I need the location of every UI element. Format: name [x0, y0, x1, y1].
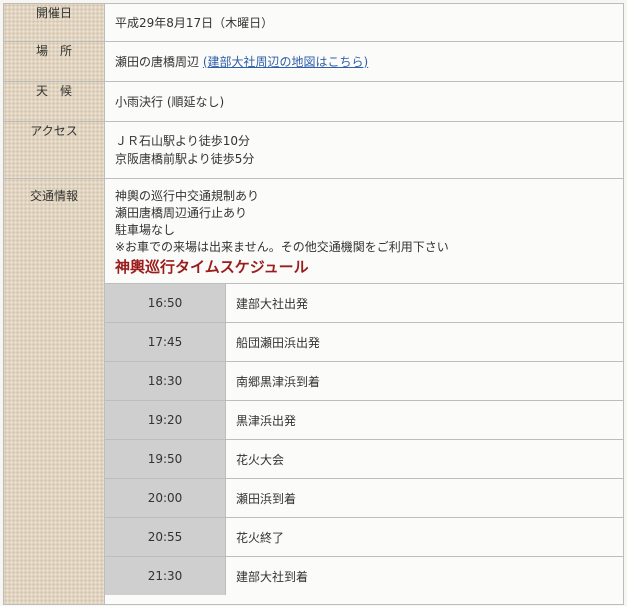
access-label: アクセス: [3, 121, 105, 179]
schedule-event: 南郷黒津浜到着: [225, 361, 623, 401]
schedule-row: 20:55 花火終了: [105, 517, 623, 557]
access-row: アクセス ＪＲ石山駅より徒歩10分 京阪唐橋前駅より徒歩5分: [3, 121, 624, 179]
access-line: 京阪唐橋前駅より徒歩5分: [115, 152, 255, 166]
schedule-row: 17:45 船団瀬田浜出発: [105, 322, 623, 362]
schedule-event: 花火終了: [225, 517, 623, 557]
schedule-time: 18:30: [105, 361, 226, 401]
place-value: 瀬田の唐橋周辺: [115, 54, 200, 69]
date-row: 開催日 平成29年8月17日（木曜日）: [3, 3, 624, 42]
access-line: ＪＲ石山駅より徒歩10分: [115, 134, 251, 148]
map-link[interactable]: (建部大社周辺の地図はこちら): [203, 55, 368, 69]
schedule-event: 船団瀬田浜出発: [225, 322, 623, 362]
schedule-time: 20:00: [105, 478, 226, 518]
traffic-line: 瀬田唐橋周辺通行止あり: [115, 206, 248, 220]
schedule-row: 18:30 南郷黒津浜到着: [105, 361, 623, 401]
schedule-table: 16:50 建部大社出発 17:45 船団瀬田浜出発 18:30 南郷黒津浜到着…: [105, 283, 623, 595]
date-label: 開催日: [3, 3, 105, 42]
schedule-time: 17:45: [105, 322, 226, 362]
traffic-label: 交通情報: [3, 178, 105, 605]
weather-label: 天 候: [3, 81, 105, 122]
access-value: ＪＲ石山駅より徒歩10分 京阪唐橋前駅より徒歩5分: [104, 121, 624, 179]
schedule-row: 19:20 黒津浜出発: [105, 400, 623, 440]
schedule-title: 神輿巡行タイムスケジュール: [115, 258, 309, 276]
place-row: 場 所 瀬田の唐橋周辺 (建部大社周辺の地図はこちら): [3, 41, 624, 82]
schedule-event: 建部大社到着: [225, 556, 623, 595]
traffic-row: 交通情報 神輿の巡行中交通規制あり 瀬田唐橋周辺通行止あり 駐車場なし ※お車で…: [3, 178, 624, 605]
date-value: 平成29年8月17日（木曜日）: [104, 3, 624, 42]
schedule-row: 16:50 建部大社出発: [105, 283, 623, 323]
traffic-value: 神輿の巡行中交通規制あり 瀬田唐橋周辺通行止あり 駐車場なし ※お車での来場は出…: [104, 178, 624, 605]
place-value-cell: 瀬田の唐橋周辺 (建部大社周辺の地図はこちら): [104, 41, 624, 82]
traffic-line: 神輿の巡行中交通規制あり: [115, 189, 260, 203]
traffic-line: ※お車での来場は出来ません。その他交通機関をご利用下さい: [115, 240, 449, 254]
schedule-event: 黒津浜出発: [225, 400, 623, 440]
traffic-text: 神輿の巡行中交通規制あり 瀬田唐橋周辺通行止あり 駐車場なし ※お車での来場は出…: [105, 179, 623, 277]
place-label: 場 所: [3, 41, 105, 82]
weather-value: 小雨決行 (順延なし): [104, 81, 624, 122]
schedule-row: 21:30 建部大社到着: [105, 556, 623, 595]
schedule-time: 16:50: [105, 283, 226, 323]
schedule-time: 19:20: [105, 400, 226, 440]
traffic-line: 駐車場なし: [115, 223, 176, 237]
schedule-event: 花火大会: [225, 439, 623, 479]
schedule-event: 瀬田浜到着: [225, 478, 623, 518]
schedule-time: 20:55: [105, 517, 226, 557]
event-info-table: 開催日 平成29年8月17日（木曜日） 場 所 瀬田の唐橋周辺 (建部大社周辺の…: [3, 3, 624, 605]
schedule-time: 19:50: [105, 439, 226, 479]
weather-row: 天 候 小雨決行 (順延なし): [3, 81, 624, 122]
schedule-row: 19:50 花火大会: [105, 439, 623, 479]
schedule-row: 20:00 瀬田浜到着: [105, 478, 623, 518]
schedule-time: 21:30: [105, 556, 226, 595]
schedule-event: 建部大社出発: [225, 283, 623, 323]
